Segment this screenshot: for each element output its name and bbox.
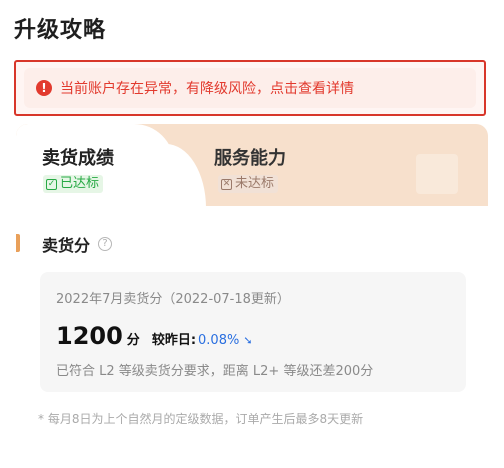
status-badge-achieved: ✓ 已达标 — [43, 175, 104, 193]
badge-text: 已达标 — [60, 176, 100, 191]
page-title: 升级攻略 — [14, 18, 107, 43]
section-title-text: 卖货分 — [42, 236, 91, 255]
decorative-block — [416, 154, 458, 194]
score-line: 1200 分 较昨日: 0.08% ➘ — [56, 322, 253, 350]
close-icon: ✕ — [221, 178, 232, 190]
compare-label: 较昨日: — [151, 333, 197, 348]
help-icon[interactable]: ? — [98, 237, 113, 251]
section-accent-bar — [16, 234, 20, 252]
tab-sales[interactable]: 卖货成绩 — [42, 144, 114, 170]
badge-text: 未达标 — [235, 176, 275, 191]
warning-icon: ! — [36, 80, 52, 96]
compare-value: 0.08% — [198, 333, 240, 348]
arrow-down-icon: ➘ — [243, 334, 253, 347]
score-unit: 分 — [126, 333, 140, 348]
risk-alert-banner[interactable]: ! 当前账户存在异常，有降级风险，点击查看详情 — [14, 60, 486, 116]
score-description: 已符合 L2 等级卖货分要求，距离 L2+ 等级还差200分 — [56, 364, 374, 379]
score-value: 1200 — [56, 322, 123, 350]
check-icon: ✓ — [46, 178, 57, 190]
status-badge-not-achieved: ✕ 未达标 — [218, 175, 279, 193]
tab-service[interactable]: 服务能力 — [214, 144, 286, 170]
footnote: * 每月8日为上个自然月的定级数据，订单产生后最多8天更新 — [38, 412, 364, 426]
section-title: 卖货分 ? — [42, 232, 113, 256]
alert-text: 当前账户存在异常，有降级风险，点击查看详情 — [60, 81, 354, 97]
score-panel: 2022年7月卖货分（2022-07-18更新） 1200 分 较昨日: 0.0… — [40, 272, 466, 392]
tab-curve — [166, 144, 206, 208]
score-period: 2022年7月卖货分（2022-07-18更新） — [56, 292, 290, 307]
